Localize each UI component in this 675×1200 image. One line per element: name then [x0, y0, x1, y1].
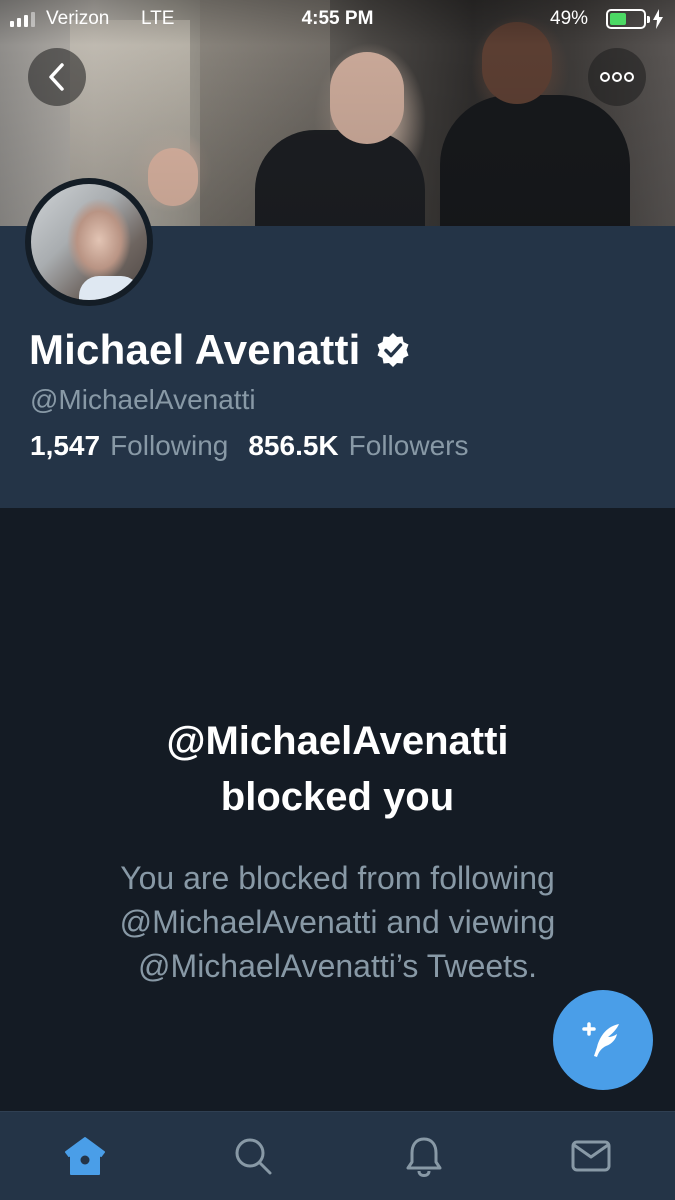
following-label: Following — [110, 430, 229, 461]
battery-icon — [606, 9, 650, 29]
bottom-tab-bar — [0, 1111, 675, 1200]
profile-name-row: Michael Avenatti — [29, 325, 411, 375]
tab-home[interactable] — [63, 1134, 107, 1178]
messages-envelope-icon — [571, 1140, 611, 1172]
profile-handle: @MichaelAvenatti — [30, 384, 256, 415]
blocked-title-line-1: @MichaelAvenatti — [166, 719, 509, 763]
search-icon — [235, 1138, 272, 1175]
blocked-title: @MichaelAvenatti blocked you — [0, 713, 675, 825]
followers-link[interactable]: 856.5K Followers — [248, 430, 468, 462]
blocked-title-line-2: blocked you — [220, 775, 455, 819]
blocked-message-line-2: @MichaelAvenatti and viewing — [119, 904, 556, 940]
tab-search[interactable] — [231, 1134, 275, 1178]
more-options-icon — [600, 72, 634, 82]
battery-percentage: 49% — [550, 8, 589, 29]
followers-label: Followers — [348, 430, 469, 461]
profile-name: Michael Avenatti — [29, 326, 361, 373]
blocked-message-line-3: @MichaelAvenatti’s Tweets. — [138, 948, 537, 984]
compose-tweet-button[interactable] — [553, 990, 653, 1090]
home-icon — [65, 1137, 105, 1175]
charging-bolt-icon — [653, 9, 663, 29]
following-count: 1,547 — [30, 430, 101, 461]
status-bar: Verizon LTE 4:55 PM 49% — [0, 0, 675, 40]
tab-messages[interactable] — [569, 1134, 613, 1178]
avatar[interactable] — [25, 178, 153, 306]
more-options-button[interactable] — [588, 48, 646, 106]
back-button[interactable] — [28, 48, 86, 106]
blocked-message: You are blocked from following @MichaelA… — [0, 856, 675, 988]
tab-notifications[interactable] — [402, 1134, 446, 1178]
chevron-left-icon — [49, 63, 64, 91]
following-link[interactable]: 1,547 Following — [30, 430, 228, 462]
avatar-photo — [31, 184, 147, 300]
profile-stats: 1,547 Following 856.5K Followers — [30, 430, 468, 462]
followers-count: 856.5K — [248, 430, 339, 461]
blocked-message-line-1: You are blocked from following — [120, 860, 555, 896]
verified-badge-icon — [377, 333, 409, 367]
notifications-bell-icon — [406, 1137, 442, 1177]
compose-feather-icon — [582, 1022, 619, 1057]
